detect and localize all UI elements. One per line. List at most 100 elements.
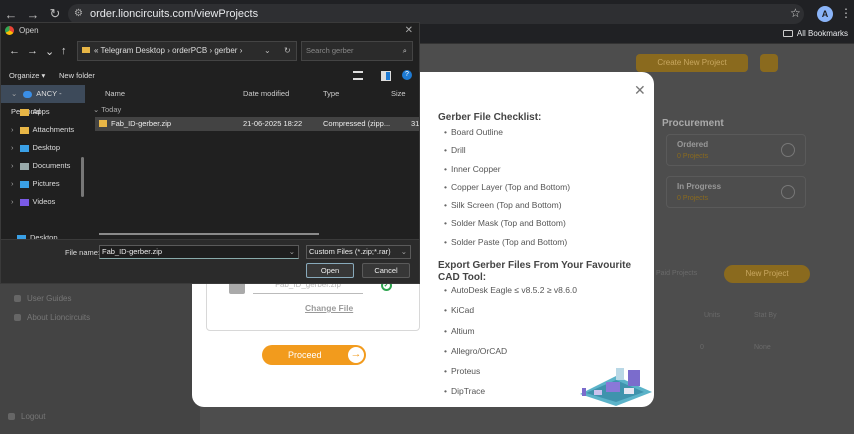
change-file-link[interactable]: Change File (305, 303, 353, 313)
chevron-down-icon[interactable]: ⌄ (264, 42, 271, 60)
cell-count: 0 (700, 344, 704, 351)
cad-tool-item: Proteus (444, 366, 577, 386)
bookmark-star-icon[interactable]: ☆ (790, 6, 801, 20)
checklist-title: Gerber File Checklist: (438, 112, 542, 123)
arrow-circle-icon (781, 143, 795, 157)
site-info-icon[interactable]: ⚙ (74, 4, 83, 24)
group-header-today[interactable]: ⌄ Today (93, 105, 121, 114)
new-folder-button[interactable]: New folder (59, 71, 95, 80)
column-type[interactable]: Type (323, 89, 339, 98)
sidebar-link-about: About Lioncircuits (14, 313, 90, 322)
procurement-title: Procurement (662, 118, 724, 129)
column-status: Stat By (754, 312, 777, 319)
nav-item-desktop[interactable]: › Desktop (1, 139, 85, 157)
nav-item-attachments[interactable]: › Attachments (1, 121, 85, 139)
desktop-icon (19, 144, 29, 152)
create-project-button: Create New Project (636, 54, 748, 72)
cell-status: None (754, 344, 771, 351)
column-date-modified[interactable]: Date modified (243, 89, 289, 98)
column-size[interactable]: Size (391, 89, 406, 98)
dialog-close-icon[interactable]: ✕ (405, 23, 413, 39)
chevron-down-icon[interactable]: ⌄ (289, 246, 295, 258)
forward-icon[interactable]: → (22, 7, 44, 22)
organize-button[interactable]: Organize ▾ (9, 71, 45, 80)
nav-item-pictures[interactable]: › Pictures (1, 175, 85, 193)
zip-folder-icon (99, 120, 107, 127)
checklist-item: Solder Paste (Top and Bottom) (444, 237, 570, 255)
nav-item-apps[interactable]: › Apps (1, 103, 85, 121)
sidebar-link-user-guides: User Guides (14, 294, 71, 303)
nav-item-documents[interactable]: › Documents (1, 157, 85, 175)
dialog-footer: File name: Fab_ID-gerber.zip ⌄ Custom Fi… (1, 239, 419, 283)
browser-menu-icon[interactable]: ⋮ (840, 6, 852, 20)
back-icon[interactable]: ← (0, 7, 22, 22)
url-text: order.lioncircuits.com/viewProjects (90, 8, 259, 20)
navigation-pane: ⌄ANCY - Personal ›Apps ›Attachments ›Des… (1, 85, 89, 242)
file-size: 31 (411, 119, 420, 128)
cad-tool-item: DipTrace (444, 386, 577, 406)
folder-icon (782, 30, 793, 38)
dialog-address-bar[interactable]: « Telegram Desktop › orderPCB › gerber ›… (77, 41, 297, 61)
chevron-down-icon: ⌄ (400, 247, 407, 256)
checklist-item: Silk Screen (Top and Bottom) (444, 200, 570, 218)
close-icon[interactable]: ✕ (634, 82, 646, 99)
file-open-dialog: Open ✕ ← → ⌄ ↑ « Telegram Desktop › orde… (0, 22, 420, 284)
gerber-checklist: Board Outline Drill Inner Copper Copper … (444, 127, 570, 255)
back-icon[interactable]: ← (9, 45, 20, 57)
procurement-card-ordered: Ordered 0 Projects (666, 134, 806, 166)
preview-pane-icon[interactable] (381, 71, 391, 81)
all-bookmarks-button[interactable]: All Bookmarks (782, 29, 848, 38)
video-icon (19, 198, 29, 206)
file-row[interactable]: Fab_ID-gerber.zip 21-06-2025 18:22 Compr… (95, 117, 419, 131)
folder-icon (19, 108, 29, 116)
circuit-board-illustration (580, 368, 652, 406)
help-icon[interactable]: ? (402, 70, 412, 80)
chrome-icon (5, 26, 14, 35)
dialog-breadcrumb: « Telegram Desktop › orderPCB › gerber › (94, 46, 243, 55)
nav-item-personal[interactable]: ⌄ANCY - Personal (1, 85, 85, 116)
file-name-input[interactable]: Fab_ID-gerber.zip ⌄ (99, 245, 299, 259)
new-project-button: New Project (724, 265, 810, 283)
notification-icon (760, 54, 778, 72)
cad-tools-list: AutoDesk Eagle ≤ v8.5.2 ≥ v8.6.0 KiCad A… (444, 285, 577, 407)
search-icon: ⌕ (402, 46, 407, 55)
cad-tool-item: KiCad (444, 305, 577, 325)
folder-icon (19, 126, 29, 134)
logout-link: Logout (8, 412, 45, 421)
picture-icon (19, 180, 29, 188)
column-name[interactable]: Name (105, 89, 125, 98)
paid-projects-tab: Paid Projects (656, 270, 698, 277)
address-bar[interactable]: ⚙ order.lioncircuits.com/viewProjects (68, 4, 804, 24)
arrow-circle-icon (781, 185, 795, 199)
view-options-icon[interactable] (353, 71, 363, 80)
nav-scrollbar[interactable] (81, 157, 84, 197)
reload-icon[interactable]: ↻ (44, 6, 66, 22)
column-units: Units (704, 312, 720, 319)
checklist-item: Inner Copper (444, 164, 570, 182)
proceed-button[interactable]: Proceed → (262, 345, 366, 365)
open-button[interactable]: Open (306, 263, 354, 278)
cad-tool-item: Altium (444, 326, 577, 346)
cad-tool-item: AutoDesk Eagle ≤ v8.5.2 ≥ v8.6.0 (444, 285, 577, 305)
forward-icon[interactable]: → (27, 45, 38, 57)
file-type-select[interactable]: Custom Files (*.zip;*.rar) ⌄ (306, 245, 411, 259)
procurement-card-in-progress: In Progress 0 Projects (666, 176, 806, 208)
cancel-button[interactable]: Cancel (362, 263, 410, 278)
profile-avatar[interactable]: A (817, 6, 833, 22)
checklist-item: Drill (444, 145, 570, 163)
checklist-item: Copper Layer (Top and Bottom) (444, 182, 570, 200)
horizontal-scrollbar[interactable] (99, 233, 319, 235)
cloud-icon (23, 90, 33, 98)
dialog-search-input[interactable]: Search gerber ⌕ (301, 41, 413, 61)
checklist-item: Solder Mask (Top and Bottom) (444, 218, 570, 236)
nav-item-videos[interactable]: › Videos (1, 193, 85, 211)
file-type: Compressed (zipp... (323, 119, 391, 128)
folder-icon (82, 47, 90, 53)
refresh-icon[interactable]: ↻ (284, 42, 291, 60)
file-name: Fab_ID-gerber.zip (111, 119, 172, 128)
file-name-label: File name: (65, 248, 101, 257)
recent-dropdown-icon[interactable]: ⌄ (45, 45, 54, 58)
upload-dropzone[interactable]: Fab_ID_gerber.zip ✓ Change File (206, 277, 420, 331)
up-folder-icon[interactable]: ↑ (61, 45, 67, 57)
cad-tools-title: Export Gerber Files From Your Favourite … (438, 260, 632, 283)
